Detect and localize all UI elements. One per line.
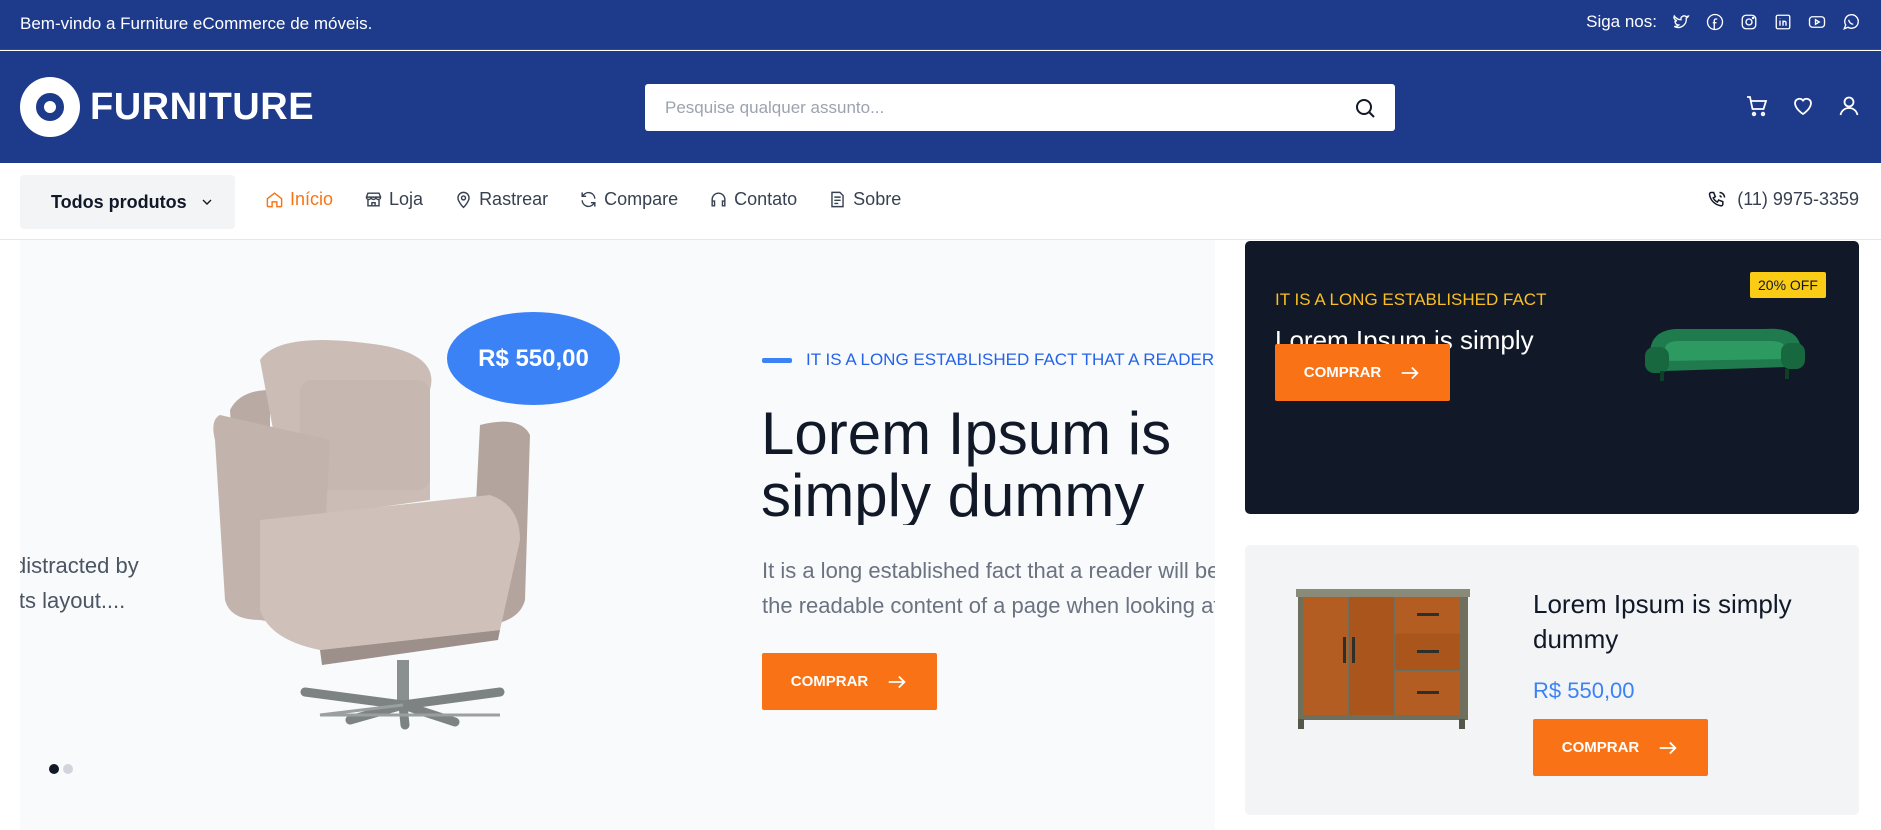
map-pin-icon	[457, 191, 470, 209]
wooden-cabinet-image	[1296, 589, 1470, 729]
search-icon[interactable]	[1353, 96, 1377, 120]
top-bar: Bem-vindo a Furniture eCommerce de móvei…	[0, 0, 1881, 50]
follow-label: Siga nos:	[1586, 12, 1657, 31]
arrow-right-icon	[1402, 366, 1419, 379]
nav-item-label: Compare	[604, 189, 679, 209]
promo-light-price: R$ 550,00	[1533, 678, 1635, 703]
phone-icon	[1708, 191, 1726, 207]
logo-text: FURNITURE	[90, 85, 315, 128]
arrow-right-icon	[889, 675, 906, 688]
store-icon	[365, 192, 382, 207]
hero-description: It is a long established fact that a rea…	[762, 558, 1215, 618]
slider-pagination	[49, 764, 73, 774]
logo-mark-icon	[20, 77, 80, 137]
user-icon[interactable]	[1837, 94, 1861, 123]
all-products-dropdown[interactable]: Todos produtos	[20, 175, 235, 229]
whatsapp-icon[interactable]	[1841, 12, 1861, 32]
hero-buy-label: COMPRAR	[790, 673, 869, 690]
phone-number: (11) 9975-3359	[1737, 189, 1859, 209]
header-actions	[1745, 94, 1861, 123]
headphones-icon	[711, 192, 726, 207]
nav-item-label: Contato	[734, 189, 798, 209]
chevron-down-icon	[202, 199, 212, 205]
price-badge: R$ 550,00	[447, 312, 620, 405]
cart-icon[interactable]	[1745, 94, 1769, 123]
welcome-message: Bem-vindo a Furniture eCommerce de móvei…	[20, 14, 373, 33]
nav-item-label: Loja	[389, 189, 424, 209]
navigation-bar: Todos produtos Início Loja Rastrear Comp…	[0, 163, 1881, 240]
promo-light-buy-label: COMPRAR	[1561, 739, 1640, 756]
hero-slider: distracted by its layout.... R$ 550,00 I…	[20, 240, 1215, 830]
all-products-label: Todos produtos	[51, 191, 187, 212]
main-menu: Início Loja Rastrear Compare Contato Sob…	[265, 189, 901, 210]
twitter-icon[interactable]	[1671, 12, 1691, 32]
nav-item-loja[interactable]: Loja	[364, 189, 423, 210]
nav-item-contato[interactable]: Contato	[709, 189, 797, 210]
nav-item-compare[interactable]: Compare	[579, 189, 678, 210]
hero-title: Lorem Ipsum is simply dummy	[761, 403, 1172, 525]
promo-tag: IT IS A LONG ESTABLISHED FACT	[1275, 290, 1547, 309]
document-icon	[831, 191, 844, 208]
slider-dot-1[interactable]	[49, 764, 59, 774]
promo-dark-buy-label: COMPRAR	[1303, 364, 1382, 381]
instagram-icon[interactable]	[1739, 12, 1759, 32]
hero-eyebrow: IT IS A LONG ESTABLISHED FACT THAT A REA…	[762, 350, 1214, 370]
hero-slide-image-area: distracted by its layout.... R$ 550,00	[20, 240, 690, 800]
nav-item-rastrear[interactable]: Rastrear	[454, 189, 548, 210]
green-sofa-image	[1645, 328, 1805, 381]
promo-light-buy-button[interactable]: COMPRAR	[1533, 719, 1708, 776]
refresh-icon	[581, 191, 596, 208]
nav-item-sobre[interactable]: Sobre	[828, 189, 901, 210]
phone-contact[interactable]: (11) 9975-3359	[1707, 189, 1859, 210]
promo-card-dark: IT IS A LONG ESTABLISHED FACT Lorem Ipsu…	[1245, 241, 1859, 514]
facebook-icon[interactable]	[1705, 12, 1725, 32]
search-input[interactable]	[645, 84, 1335, 131]
slider-dot-2[interactable]	[63, 764, 73, 774]
heart-icon[interactable]	[1791, 94, 1815, 123]
linkedin-icon[interactable]	[1773, 12, 1793, 32]
nav-item-inicio[interactable]: Início	[265, 189, 333, 210]
promo-dark-buy-button[interactable]: COMPRAR	[1275, 344, 1450, 401]
social-links: Siga nos:	[1586, 12, 1861, 32]
nav-item-label: Início	[290, 189, 334, 209]
nav-item-label: Rastrear	[479, 189, 549, 209]
nav-item-label: Sobre	[853, 189, 902, 209]
previous-slide-text: distracted by its layout....	[20, 553, 139, 613]
home-icon	[266, 192, 283, 208]
discount-badge: 20% OFF	[1750, 272, 1826, 298]
search-bar	[645, 84, 1395, 131]
main-header: FURNITURE	[0, 51, 1881, 163]
promo-card-light: Lorem Ipsum is simply dummy R$ 550,00 CO…	[1245, 545, 1859, 815]
arrow-right-icon	[1660, 741, 1677, 754]
eyebrow-line	[762, 357, 792, 363]
hero-eyebrow-text: IT IS A LONG ESTABLISHED FACT THAT A REA…	[806, 350, 1215, 369]
promo-light-title: Lorem Ipsum is simply dummy	[1533, 589, 1792, 654]
youtube-icon[interactable]	[1807, 12, 1827, 32]
logo[interactable]: FURNITURE	[20, 77, 314, 137]
hero-buy-button[interactable]: COMPRAR	[762, 653, 937, 710]
